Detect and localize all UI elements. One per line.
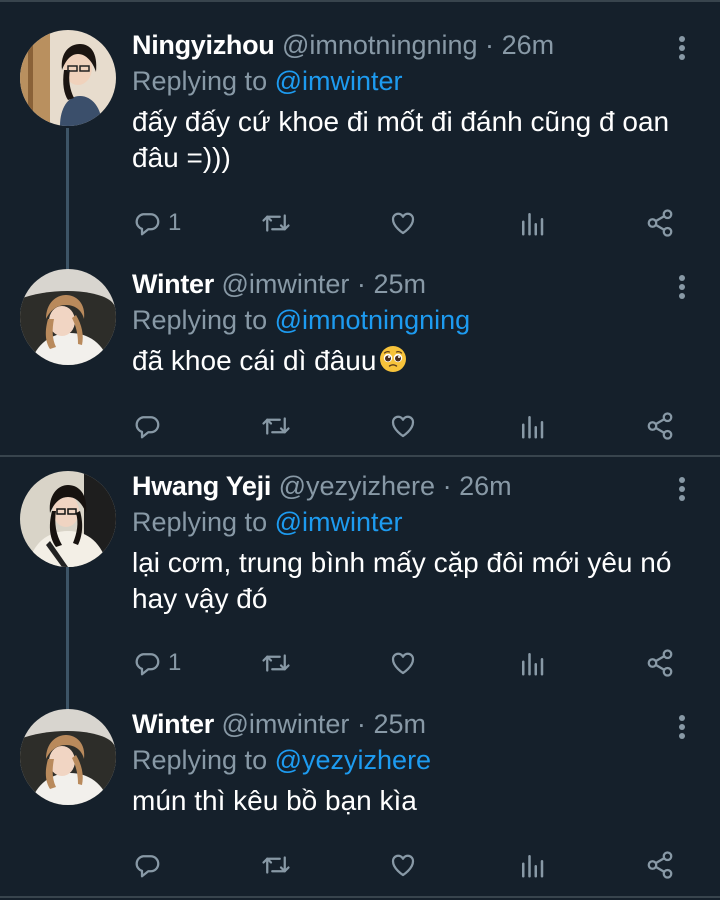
tweet-actions [0,845,720,885]
more-options-icon[interactable] [678,36,686,62]
tweet-actions: 1 [0,203,720,243]
display-name[interactable]: Winter [132,269,214,299]
reply-icon [132,411,162,441]
user-handle[interactable]: @imwinter [221,269,349,299]
user-handle[interactable]: @imnotningning [282,30,478,60]
reply-count: 1 [168,209,182,236]
replying-to-label: Replying to [132,745,268,775]
replying-to: Replying to @imwinter [132,507,403,538]
replying-to-label: Replying to [132,305,268,335]
tweet-actions: 1 [0,643,720,683]
avatar[interactable] [20,269,116,365]
reply-count: 1 [168,649,182,676]
avatar[interactable] [20,709,116,805]
separator: · [442,471,452,501]
user-handle[interactable]: @imwinter [221,709,349,739]
analytics-icon [517,208,547,238]
tweet-text: đã khoe cái dì đâuu [132,345,377,376]
retweet-icon [261,648,291,678]
separator: · [356,709,366,739]
separator: · [356,269,366,299]
tweet-header: Ningyizhou @imnotningning · 26m [132,30,554,64]
retweet-button[interactable] [261,845,291,885]
retweet-button[interactable] [261,203,291,243]
avatar[interactable] [20,471,116,567]
tweet-text: lại cơm, trung bình mấy cặp đôi mới yêu … [132,547,672,614]
timestamp[interactable]: 25m [373,709,426,739]
share-icon [645,208,675,238]
pleading-face-emoji [378,344,408,374]
tweet-text: mún thì kêu bồ bạn kìa [132,785,417,816]
display-name[interactable]: Winter [132,709,214,739]
mention-link[interactable]: @imwinter [275,507,403,537]
timestamp[interactable]: 26m [502,30,555,60]
reply-button[interactable]: 1 [132,643,181,683]
replying-to: Replying to @imnotningning [132,305,470,336]
mention-link[interactable]: @imnotningning [275,305,471,335]
like-icon [388,411,418,441]
reply-icon [132,850,162,880]
like-button[interactable] [388,845,418,885]
display-name[interactable]: Ningyizhou [132,30,275,60]
timestamp[interactable]: 25m [373,269,426,299]
share-icon [645,411,675,441]
analytics-button[interactable] [517,845,547,885]
analytics-icon [517,411,547,441]
replying-to-label: Replying to [132,66,268,96]
reply-button[interactable]: 1 [132,203,181,243]
analytics-icon [517,648,547,678]
replying-to: Replying to @yezyizhere [132,745,431,776]
reply-icon [132,648,162,678]
share-icon [645,648,675,678]
separator: · [485,30,495,60]
more-options-icon[interactable] [678,275,686,301]
mention-link[interactable]: @imwinter [275,66,403,96]
share-button[interactable] [645,406,675,446]
share-icon [645,850,675,880]
top-divider [0,0,720,2]
more-options-icon[interactable] [678,477,686,503]
thread-divider [0,455,720,457]
like-icon [388,648,418,678]
analytics-icon [517,850,547,880]
reply-button[interactable] [132,406,168,446]
tweet-actions [0,406,720,446]
retweet-icon [261,208,291,238]
tweet[interactable]: Hwang Yeji @yezyizhere · 26m Replying to… [0,471,720,671]
share-button[interactable] [645,643,675,683]
share-button[interactable] [645,203,675,243]
timestamp[interactable]: 26m [459,471,512,501]
replying-to-label: Replying to [132,507,268,537]
like-button[interactable] [388,406,418,446]
analytics-button[interactable] [517,406,547,446]
bottom-divider [0,896,720,898]
tweet-header: Winter @imwinter · 25m [132,709,426,743]
retweet-icon [261,850,291,880]
replying-to: Replying to @imwinter [132,66,403,97]
user-handle[interactable]: @yezyizhere [279,471,435,501]
reply-icon [132,208,162,238]
tweet[interactable]: Winter @imwinter · 25m Replying to @yezy… [0,709,720,849]
reply-button[interactable] [132,845,168,885]
like-button[interactable] [388,203,418,243]
more-options-icon[interactable] [678,715,686,741]
like-icon [388,850,418,880]
retweet-button[interactable] [261,406,291,446]
tweet-header: Winter @imwinter · 25m [132,269,426,303]
like-icon [388,208,418,238]
mention-link[interactable]: @yezyizhere [275,745,431,775]
tweet-header: Hwang Yeji @yezyizhere · 26m [132,471,512,505]
tweet-text: đấy đấy cứ khoe đi mốt đi đánh cũng đ oa… [132,106,670,173]
tweet-text-container: đã khoe cái dì đâuu [132,343,692,379]
analytics-button[interactable] [517,203,547,243]
share-button[interactable] [645,845,675,885]
avatar[interactable] [20,30,116,126]
analytics-button[interactable] [517,643,547,683]
display-name[interactable]: Hwang Yeji [132,471,271,501]
retweet-icon [261,411,291,441]
like-button[interactable] [388,643,418,683]
retweet-button[interactable] [261,643,291,683]
